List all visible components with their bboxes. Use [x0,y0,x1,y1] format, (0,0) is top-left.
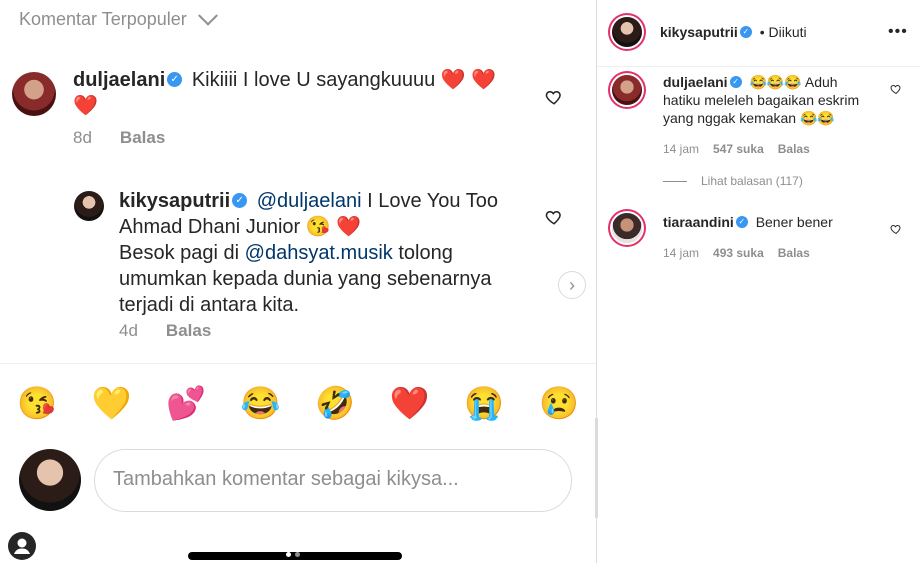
emoji-joy[interactable]: 😂 [241,384,281,422]
verified-badge-icon: ✓ [232,193,248,209]
view-replies-label: Lihat balasan (117) [701,174,803,188]
reply-button[interactable]: Balas [120,128,165,148]
reply-body: Besok pagi di [119,242,240,264]
sort-dropdown[interactable]: Komentar Terpopuler [19,5,218,30]
view-replies-button[interactable]: Lihat balasan (117) [663,174,803,188]
dot-active [286,552,291,557]
comment-input[interactable] [95,450,571,509]
reply-button[interactable]: Balas [778,142,810,156]
reply-body: I Love You Too [367,190,498,212]
emoji-rofl[interactable]: 🤣 [315,384,355,422]
like-count[interactable]: 547 suka [713,142,764,156]
emoji-sob[interactable]: 😭 [464,384,504,422]
replies-line [663,180,687,182]
like-heart-icon[interactable] [545,88,563,106]
comment-body: yang nggak kemakan 😂😂 [663,110,835,126]
comments-panel: Komentar Terpopuler duljaelani ✓ Kikiiii … [0,0,596,563]
page-dots [286,552,300,557]
reply-body: Ahmad Dhani Junior [119,216,301,238]
avatar[interactable] [12,72,56,116]
emoji-yellow-heart[interactable]: 💛 [92,384,132,422]
reply-text: kikysaputrii ✓ @duljaelani I Love You Too… [119,188,539,318]
verified-badge-icon: ✓ [735,216,748,229]
profile-icon[interactable] [8,532,36,560]
comment-input-wrapper [94,449,572,512]
divider [0,363,596,364]
verified-badge-icon: ✓ [739,26,752,39]
comment-username[interactable]: duljaelani [663,74,728,90]
more-options-icon[interactable]: ••• [888,23,908,41]
reply-body: terjadi di antara kita. [119,294,300,316]
comment-meta: 14 jam 547 suka Balas [663,142,810,156]
comment-time: 14 jam [663,142,700,156]
comment-body: Bener bener [755,214,833,230]
comment-time: 8d [73,128,92,147]
emoji-cry[interactable]: 😢 [539,384,579,422]
like-heart-icon[interactable] [890,82,902,95]
comment-meta: 8d Balas [73,128,165,148]
comment-text: duljaelani ✓ Kikiiii I love U sayangkuuuu… [73,67,533,119]
kiss-heart-emoji: 😘 ❤️ [305,216,362,238]
chevron-down-icon [197,5,218,26]
heart-emoji: ❤️ [73,95,98,117]
reply-username[interactable]: kikysaputrii [119,190,230,212]
like-heart-icon[interactable] [890,222,902,235]
comment-text: duljaelani ✓ 😂😂😂 Aduh hatiku meleleh baga… [663,73,883,127]
dot [295,552,300,557]
current-user-avatar [19,449,81,511]
next-arrow-icon[interactable]: › [558,271,586,299]
sort-label: Komentar Terpopuler [19,9,187,29]
comment-username[interactable]: duljaelani [73,69,165,91]
header-username[interactable]: kikysaputrii [660,24,738,40]
comment-username[interactable]: tiaraandini [663,214,734,230]
avatar[interactable] [612,75,642,105]
post-header: kikysaputrii ✓ • Diikuti ••• [597,0,920,67]
comment-time: 14 jam [663,246,700,260]
reply-button[interactable]: Balas [166,321,211,341]
avatar[interactable] [74,191,104,221]
reply-body: tolong [398,242,453,264]
heart-emoji: ❤️ ❤️ [440,69,497,91]
avatar[interactable] [612,213,642,243]
emoji-kiss[interactable]: 😘 [17,384,57,422]
comment-meta: 14 jam 493 suka Balas [663,246,810,260]
reply-meta: 4d Balas [119,321,211,341]
like-count[interactable]: 493 suka [713,246,764,260]
comment-body: Kikiiii I love U sayangkuuuu [191,69,436,91]
emoji-red-heart[interactable]: ❤️ [390,384,430,422]
follow-status[interactable]: • Diikuti [760,24,807,40]
header-user: kikysaputrii ✓ • Diikuti [660,24,807,40]
emoji-quick-bar: 😘 💛 💕 😂 🤣 ❤️ 😭 😢 [17,384,579,422]
comment-body: 😂😂😂 Aduh [749,74,838,90]
like-heart-icon[interactable] [545,208,563,226]
mention-link[interactable]: @dahsyat.musik [245,242,393,264]
emoji-two-hearts[interactable]: 💕 [166,384,206,422]
comment-body: hatiku meleleh bagaikan eskrim [663,92,860,108]
reply-time: 4d [119,321,138,340]
verified-badge-icon: ✓ [167,72,183,88]
avatar[interactable] [612,17,642,47]
post-side-panel: kikysaputrii ✓ • Diikuti ••• duljaelani ✓ … [597,0,920,563]
verified-badge-icon: ✓ [729,76,742,89]
comment-text: tiaraandini ✓ Bener bener [663,213,883,231]
mention-link[interactable]: @duljaelani [257,190,362,212]
reply-body: umumkan kepada dunia yang sebenarnya [119,268,492,290]
reply-button[interactable]: Balas [778,246,810,260]
